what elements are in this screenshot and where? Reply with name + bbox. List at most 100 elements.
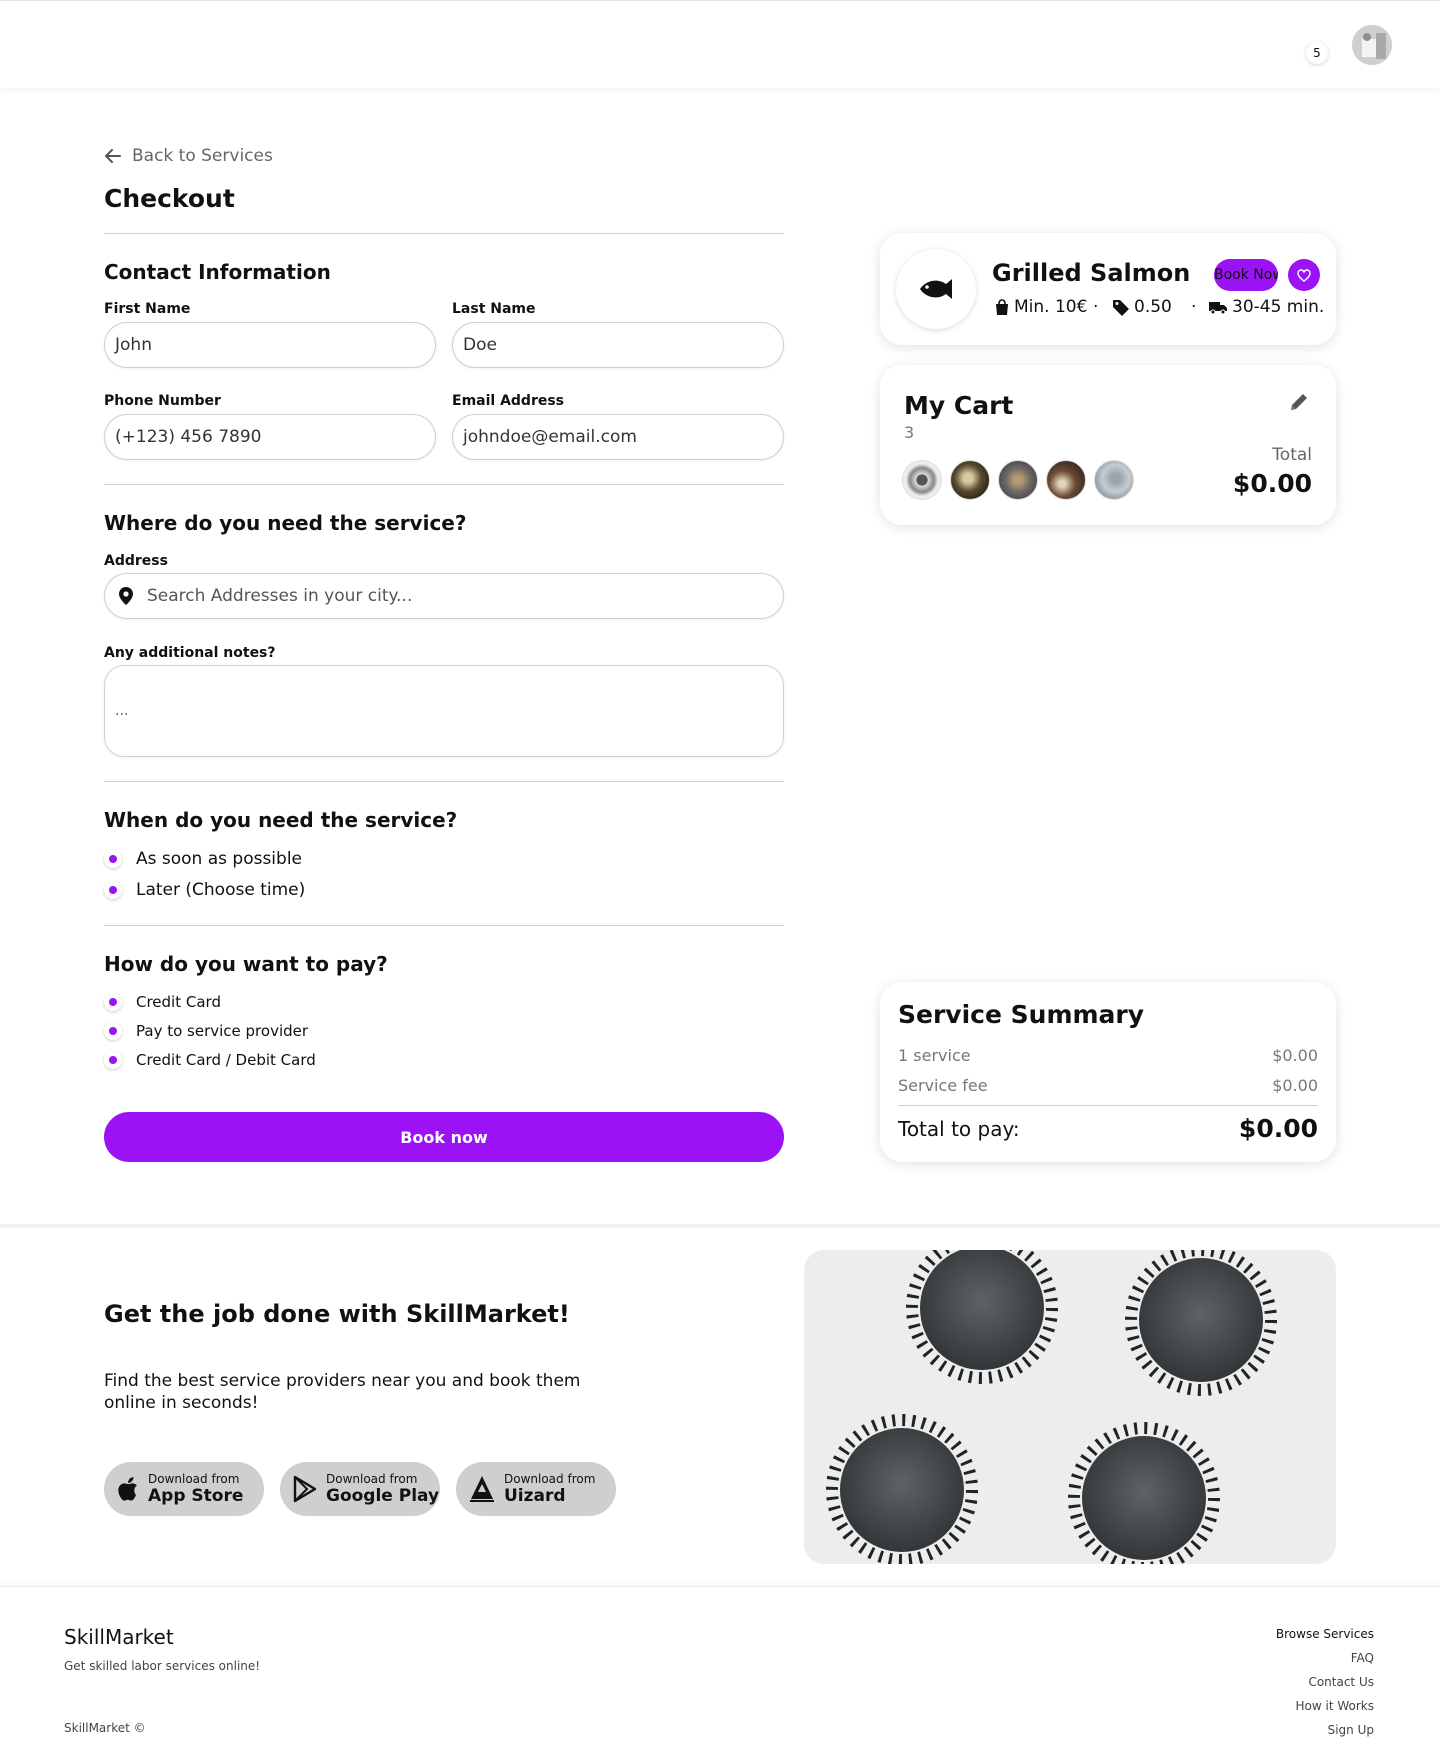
price-tag-icon	[1113, 300, 1129, 316]
delivery-time-value: 30-45 min.	[1232, 297, 1325, 317]
cart-thumbnails	[902, 460, 1134, 500]
favorite-button[interactable]	[1288, 259, 1320, 291]
payment-heading: How do you want to pay?	[104, 952, 388, 976]
back-label: Back to Services	[132, 146, 273, 166]
footer-link-browse-services[interactable]: Browse Services	[1276, 1627, 1374, 1641]
section-divider	[0, 1224, 1440, 1228]
fish-icon	[920, 279, 952, 299]
time-option-asap[interactable]: As soon as possible	[104, 849, 302, 869]
divider	[104, 233, 784, 234]
time-option-label: Later (Choose time)	[136, 880, 306, 900]
arrow-left-icon	[105, 149, 121, 163]
time-option-label: As soon as possible	[136, 849, 303, 869]
edit-cart-button[interactable]	[1288, 391, 1310, 417]
address-search-input[interactable]: Search Addresses in your city...	[104, 573, 784, 619]
payment-option-label: Credit Card / Debit Card	[136, 1051, 316, 1069]
summary-total-value: $0.00	[1238, 1114, 1318, 1143]
page-title: Checkout	[104, 184, 235, 213]
promo-illustration	[826, 1250, 1277, 1564]
email-field[interactable]: johndoe@email.com	[452, 414, 784, 460]
store-text: Download from Uizard	[504, 1472, 595, 1506]
footer: SkillMarket Get skilled labor services o…	[0, 1586, 1440, 1764]
promo-text: Find the best service providers near you…	[104, 1371, 581, 1413]
pencil-icon	[1291, 394, 1307, 410]
payment-option-credit-card[interactable]: Credit Card	[104, 993, 221, 1011]
contact-heading: Contact Information	[104, 260, 331, 284]
cart-title: My Cart	[904, 391, 1014, 420]
time-option-later[interactable]: Later (Choose time)	[104, 880, 305, 900]
cart-item-thumbnail[interactable]	[998, 460, 1038, 500]
footer-link-contact-us[interactable]: Contact Us	[1308, 1675, 1374, 1689]
back-to-services-link[interactable]: Back to Services	[104, 146, 273, 166]
first-name-value: John	[115, 335, 152, 355]
address-placeholder: Search Addresses in your city...	[147, 586, 413, 606]
user-avatar[interactable]	[1352, 25, 1392, 65]
notes-textarea[interactable]: ...	[104, 665, 784, 757]
radio-button[interactable]	[104, 850, 122, 868]
store-text: Download from Google Play	[326, 1472, 439, 1506]
radio-button[interactable]	[104, 993, 122, 1011]
service-fee: 0.50	[1112, 297, 1172, 317]
last-name-value: Doe	[463, 335, 497, 355]
uizard-download-button[interactable]: Download from Uizard	[456, 1462, 616, 1516]
location-heading: Where do you need the service?	[104, 511, 467, 535]
summary-row-label: 1 service	[898, 1046, 971, 1065]
cart-item-thumbnail[interactable]	[902, 460, 942, 500]
first-name-label: First Name	[104, 301, 191, 317]
summary-total-label: Total to pay:	[898, 1116, 1020, 1141]
book-now-button[interactable]: Book now	[104, 1112, 784, 1162]
cart-item-thumbnail[interactable]	[950, 460, 990, 500]
book-now-pill-button[interactable]: Book Now	[1214, 259, 1278, 291]
summary-total-row: Total to pay: $0.00	[898, 1114, 1318, 1143]
promo-title: Get the job done with SkillMarket!	[104, 1300, 570, 1328]
summary-row: Service fee $0.00	[898, 1076, 1318, 1095]
min-order-value: Min. 10€	[1014, 297, 1088, 317]
payment-option-credit-debit[interactable]: Credit Card / Debit Card	[104, 1051, 316, 1069]
notes-label: Any additional notes?	[104, 645, 276, 661]
divider	[104, 925, 784, 926]
cart-total-label: Total	[1272, 445, 1312, 465]
cart-item-thumbnail[interactable]	[1094, 460, 1134, 500]
radio-button[interactable]	[104, 881, 122, 899]
summary-row-label: Service fee	[898, 1076, 988, 1095]
summary-row: 1 service $0.00	[898, 1046, 1318, 1065]
email-label: Email Address	[452, 393, 565, 409]
magnetic-disk	[826, 1414, 978, 1564]
time-heading: When do you need the service?	[104, 808, 458, 832]
cart-item-count: 3	[904, 423, 915, 442]
email-value: johndoe@email.com	[463, 427, 637, 447]
magnetic-disk	[1068, 1422, 1220, 1564]
cart-item-thumbnail[interactable]	[1046, 460, 1086, 500]
separator-dot: ·	[1093, 297, 1099, 317]
summary-title: Service Summary	[898, 1000, 1145, 1029]
footer-link-how-it-works[interactable]: How it Works	[1296, 1699, 1375, 1713]
radio-button[interactable]	[104, 1022, 122, 1040]
min-order: Min. 10€	[994, 297, 1087, 317]
footer-link-sign-up[interactable]: Sign Up	[1328, 1723, 1374, 1737]
last-name-field[interactable]: Doe	[452, 322, 784, 368]
radio-button[interactable]	[104, 1051, 122, 1069]
google-play-button[interactable]: Download from Google Play	[280, 1462, 440, 1516]
uizard-icon	[470, 1476, 494, 1502]
notes-placeholder: ...	[115, 703, 129, 719]
cart-card: My Cart 3 Total $0.00	[880, 365, 1336, 525]
payment-option-provider[interactable]: Pay to service provider	[104, 1022, 308, 1040]
phone-label: Phone Number	[104, 393, 221, 409]
payment-option-label: Pay to service provider	[136, 1022, 309, 1040]
notification-badge[interactable]: 5	[1306, 42, 1328, 64]
last-name-label: Last Name	[452, 301, 536, 317]
first-name-field[interactable]: John	[104, 322, 436, 368]
location-pin-icon	[119, 587, 133, 605]
separator-dot: ·	[1191, 297, 1197, 317]
magnetic-disk	[1125, 1250, 1277, 1396]
service-image	[896, 249, 976, 329]
summary-row-value: $0.00	[1272, 1046, 1318, 1065]
footer-link-faq[interactable]: FAQ	[1351, 1651, 1374, 1665]
footer-brand[interactable]: SkillMarket	[64, 1625, 174, 1649]
footer-tagline: Get skilled labor services online!	[64, 1659, 261, 1673]
footer-copyright: SkillMarket ©	[64, 1721, 146, 1735]
phone-field[interactable]: (+123) 456 7890	[104, 414, 436, 460]
app-store-button[interactable]: Download from App Store	[104, 1462, 264, 1516]
cart-total-value: $0.00	[1232, 469, 1312, 498]
store-name: App Store	[148, 1486, 244, 1506]
